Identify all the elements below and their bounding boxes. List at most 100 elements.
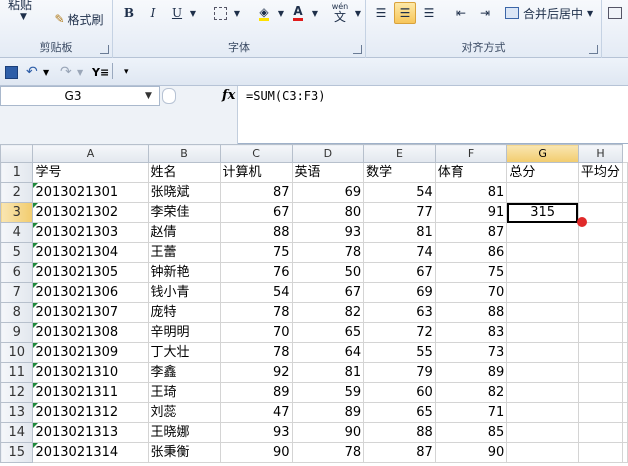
format-painter-button[interactable]: ✎ 格式刷 — [48, 8, 110, 30]
cell-f13[interactable]: 71 — [434, 402, 508, 423]
column-header-g[interactable]: G — [506, 144, 579, 163]
cell-g10[interactable] — [506, 342, 579, 363]
name-box-dropdown-icon[interactable]: ▼ — [145, 91, 159, 101]
cell-a10[interactable]: 2013021309 — [32, 342, 149, 363]
cell-e10[interactable]: 55 — [363, 342, 436, 363]
cell-g1[interactable]: 总分 — [506, 162, 579, 183]
select-all-corner[interactable] — [0, 144, 34, 163]
cell-e5[interactable]: 74 — [363, 242, 436, 263]
cell-a1[interactable]: 学号 — [32, 162, 149, 183]
cell-b9[interactable]: 辛明明 — [147, 322, 221, 343]
cell-h1[interactable]: 平均分 — [577, 162, 624, 183]
fill-color-dropdown-icon[interactable]: ▼ — [275, 2, 287, 24]
cell-c9[interactable]: 70 — [219, 322, 293, 343]
cell-h12[interactable] — [577, 382, 624, 403]
cell-b12[interactable]: 王琦 — [147, 382, 221, 403]
cell-a7[interactable]: 2013021306 — [32, 282, 149, 303]
cell-a13[interactable]: 2013021312 — [32, 402, 149, 423]
fill-color-button[interactable]: ◈ — [253, 2, 275, 24]
cell-c7[interactable]: 54 — [219, 282, 293, 303]
cell-e1[interactable]: 数学 — [363, 162, 436, 183]
row-header-4[interactable]: 4 — [0, 222, 34, 243]
clipboard-launcher-icon[interactable]: . — [100, 45, 109, 54]
fill-handle[interactable] — [577, 216, 588, 227]
cell-f4[interactable]: 87 — [434, 222, 508, 243]
cell-h10[interactable] — [577, 342, 624, 363]
cell-d14[interactable]: 90 — [291, 422, 365, 443]
cell-c2[interactable]: 87 — [219, 182, 293, 203]
italic-button[interactable]: I — [143, 2, 163, 24]
column-header-e[interactable]: E — [363, 144, 436, 163]
cell-e2[interactable]: 54 — [363, 182, 436, 203]
cell-f10[interactable]: 73 — [434, 342, 508, 363]
cell-d10[interactable]: 64 — [291, 342, 365, 363]
redo-dropdown-icon[interactable]: ▼ — [77, 63, 83, 81]
row-header-5[interactable]: 5 — [0, 242, 34, 263]
cell-f1[interactable]: 体育 — [434, 162, 508, 183]
formula-bar-resize-handle[interactable] — [162, 88, 176, 104]
cell-e12[interactable]: 60 — [363, 382, 436, 403]
cell-h13[interactable] — [577, 402, 624, 423]
cell-g2[interactable] — [506, 182, 579, 203]
cell-b2[interactable]: 张晓斌 — [147, 182, 221, 203]
font-color-button[interactable]: A — [287, 2, 309, 24]
cell-a8[interactable]: 2013021307 — [32, 302, 149, 323]
row-header-9[interactable]: 9 — [0, 322, 34, 343]
cell-c1[interactable]: 计算机 — [219, 162, 293, 183]
cell-d5[interactable]: 78 — [291, 242, 365, 263]
cell-b15[interactable]: 张秉衡 — [147, 442, 221, 463]
cell-c14[interactable]: 93 — [219, 422, 293, 443]
row-header-10[interactable]: 10 — [0, 342, 34, 363]
column-header-h[interactable]: H — [577, 144, 624, 163]
cell-g3[interactable]: 315 — [506, 202, 579, 223]
cell-f14[interactable]: 85 — [434, 422, 508, 443]
cell-b14[interactable]: 王晓娜 — [147, 422, 221, 443]
cell-g4[interactable] — [506, 222, 579, 243]
cell-b11[interactable]: 李鑫 — [147, 362, 221, 383]
row-header-3[interactable]: 3 — [0, 202, 34, 223]
cell-g11[interactable] — [506, 362, 579, 383]
cell-c6[interactable]: 76 — [219, 262, 293, 283]
formula-input[interactable]: =SUM(C3:F3) — [246, 89, 325, 103]
column-header-a[interactable]: A — [32, 144, 149, 163]
row-header-13[interactable]: 13 — [0, 402, 34, 423]
cell-b6[interactable]: 钟新艳 — [147, 262, 221, 283]
name-box[interactable]: G3 ▼ — [0, 86, 160, 106]
cell-b13[interactable]: 刘蕊 — [147, 402, 221, 423]
cell-d15[interactable]: 78 — [291, 442, 365, 463]
cell-c10[interactable]: 78 — [219, 342, 293, 363]
row-header-11[interactable]: 11 — [0, 362, 34, 383]
borders-dropdown-icon[interactable]: ▼ — [231, 2, 243, 24]
cell-b4[interactable]: 赵倩 — [147, 222, 221, 243]
cell-a4[interactable]: 2013021303 — [32, 222, 149, 243]
cell-a12[interactable]: 2013021311 — [32, 382, 149, 403]
cell-g13[interactable] — [506, 402, 579, 423]
number-format-button[interactable] — [604, 2, 626, 24]
align-left-button[interactable]: ☰ — [370, 2, 392, 24]
cell-d9[interactable]: 65 — [291, 322, 365, 343]
cell-h6[interactable] — [577, 262, 624, 283]
phonetic-dropdown-icon[interactable]: ▼ — [353, 2, 363, 24]
cell-h8[interactable] — [577, 302, 624, 323]
column-header-d[interactable]: D — [291, 144, 365, 163]
cell-b5[interactable]: 王蕾 — [147, 242, 221, 263]
increase-indent-button[interactable]: ⇥ — [474, 2, 496, 24]
cell-c4[interactable]: 88 — [219, 222, 293, 243]
align-right-button[interactable]: ☰ — [418, 2, 440, 24]
filter-button[interactable]: Y≡ — [92, 63, 109, 81]
cell-f7[interactable]: 70 — [434, 282, 508, 303]
undo-dropdown-icon[interactable]: ▼ — [43, 63, 49, 81]
row-header-14[interactable]: 14 — [0, 422, 34, 443]
cell-a5[interactable]: 2013021304 — [32, 242, 149, 263]
cell-e9[interactable]: 72 — [363, 322, 436, 343]
merge-center-button[interactable]: 合并后居中 ▼ — [502, 2, 600, 24]
customize-qat-icon[interactable]: ▾ — [124, 63, 129, 81]
cell-e11[interactable]: 79 — [363, 362, 436, 383]
insert-function-button[interactable]: fx — [222, 88, 235, 103]
cell-a15[interactable]: 2013021314 — [32, 442, 149, 463]
cell-e6[interactable]: 67 — [363, 262, 436, 283]
row-header-2[interactable]: 2 — [0, 182, 34, 203]
cell-g6[interactable] — [506, 262, 579, 283]
cell-g14[interactable] — [506, 422, 579, 443]
cell-h7[interactable] — [577, 282, 624, 303]
